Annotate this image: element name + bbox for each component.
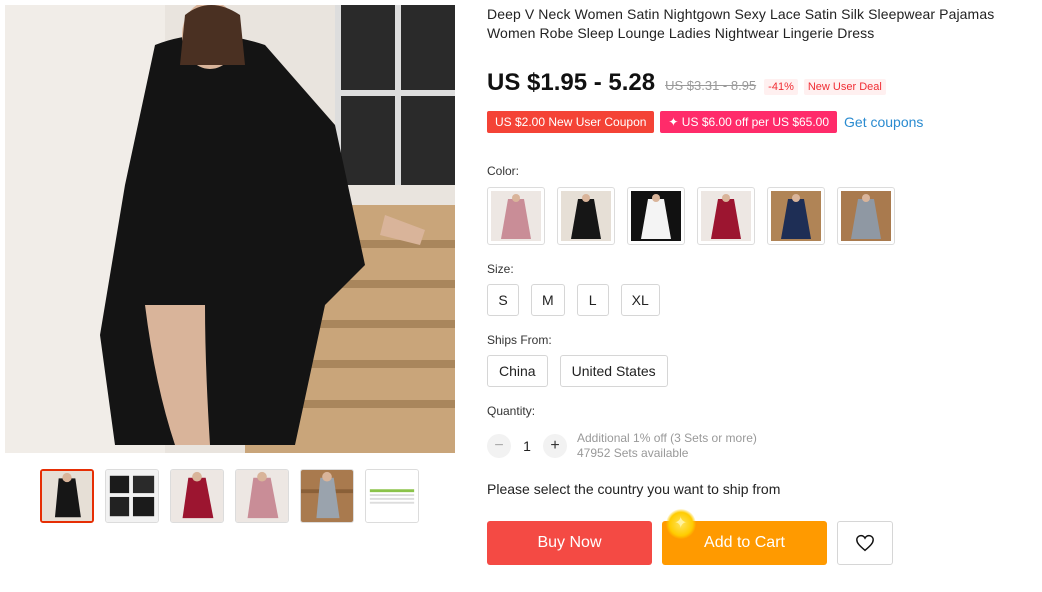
original-price: US $3.31 - 8.95	[665, 78, 757, 93]
thumbnail-black-robe[interactable]	[40, 469, 94, 523]
color-swatch-white[interactable]	[627, 187, 685, 245]
product-title: Deep V Neck Women Satin Nightgown Sexy L…	[487, 6, 995, 41]
size-option-m[interactable]: M	[531, 284, 565, 316]
ships-from-label: Ships From:	[487, 333, 552, 347]
main-product-image[interactable]	[5, 5, 455, 453]
quantity-increase-button[interactable]: +	[543, 434, 567, 458]
thumbnail-size-chart[interactable]	[365, 469, 419, 523]
purchase-actions: Buy Now Add to Cart	[487, 509, 893, 565]
size-option-xl[interactable]: XL	[620, 284, 660, 316]
quantity-stepper: − 1 + Additional 1% off (3 Sets or more)…	[487, 431, 757, 461]
color-swatch-wine-red[interactable]	[697, 187, 755, 245]
sparkle-icon	[666, 509, 696, 539]
color-swatch-grey[interactable]	[837, 187, 895, 245]
coupon-row: US $2.00 New User Coupon ✦ US $6.00 off …	[487, 111, 923, 133]
discount-badge: -41%	[764, 79, 798, 95]
color-swatch-black[interactable]	[557, 187, 615, 245]
store-coupon[interactable]: ✦ US $6.00 off per US $65.00	[660, 111, 838, 133]
color-label: Color:	[487, 164, 520, 178]
ships-from-options: China United States	[487, 355, 668, 387]
quantity-value[interactable]: 1	[511, 438, 543, 454]
ships-from-united-states[interactable]: United States	[559, 355, 668, 387]
thumbnail-grey-robe[interactable]	[300, 469, 354, 523]
size-options: S M L XL	[487, 284, 660, 316]
color-swatch-navy[interactable]	[767, 187, 825, 245]
add-to-cart-button[interactable]: Add to Cart	[662, 509, 827, 565]
add-to-cart-label: Add to Cart	[704, 534, 785, 551]
thumbnail-pink-robe[interactable]	[235, 469, 289, 523]
thumbnail-red-robe[interactable]	[170, 469, 224, 523]
size-option-s[interactable]: S	[487, 284, 519, 316]
thumbnail-black-flatlay[interactable]	[105, 469, 159, 523]
stock-available: 47952 Sets available	[577, 446, 689, 460]
ships-from-china[interactable]: China	[487, 355, 548, 387]
buy-now-button[interactable]: Buy Now	[487, 521, 652, 565]
color-swatch-pink[interactable]	[487, 187, 545, 245]
product-info-panel: Deep V Neck Women Satin Nightgown Sexy L…	[487, 5, 1037, 565]
bulk-discount-note: Additional 1% off (3 Sets or more)	[577, 431, 757, 445]
price-row: US $1.95 - 5.28 US $3.31 - 8.95 -41% New…	[487, 69, 886, 97]
ship-country-message: Please select the country you want to sh…	[487, 481, 781, 497]
new-user-coupon[interactable]: US $2.00 New User Coupon	[487, 111, 655, 133]
color-swatches	[487, 187, 895, 245]
quantity-label: Quantity:	[487, 404, 536, 418]
wishlist-button[interactable]	[837, 521, 893, 565]
thumbnail-strip	[40, 469, 419, 523]
quantity-decrease-button[interactable]: −	[487, 434, 511, 458]
size-label: Size:	[487, 262, 514, 276]
get-coupons-link[interactable]: Get coupons	[844, 114, 923, 130]
heart-icon	[856, 534, 874, 552]
new-user-deal-badge: New User Deal	[803, 79, 886, 95]
size-option-l[interactable]: L	[576, 284, 609, 316]
quantity-info: Additional 1% off (3 Sets or more) 47952…	[577, 431, 757, 461]
current-price: US $1.95 - 5.28	[487, 69, 656, 96]
